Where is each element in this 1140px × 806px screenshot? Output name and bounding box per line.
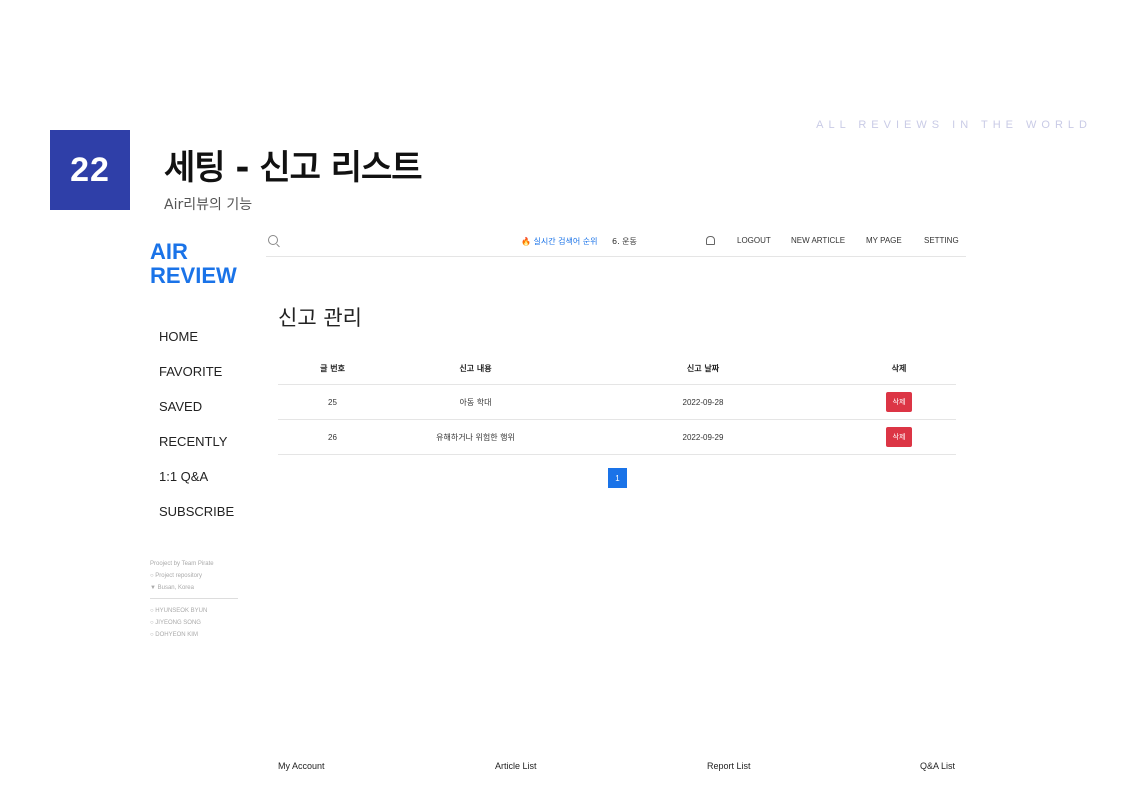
page-title: 신고 관리: [278, 306, 362, 330]
table-row: 25 아동 학대 2022-09-28 삭제: [278, 384, 956, 420]
column-header: 신고 날짜: [564, 352, 842, 385]
member-link[interactable]: ○ HYUNSEOK BYUN: [150, 605, 238, 617]
pagination-page-button[interactable]: 1: [608, 468, 627, 488]
footer-link-my-account[interactable]: My Account: [278, 761, 325, 771]
location-icon: ▼: [150, 585, 158, 591]
slide-number: 22: [50, 130, 130, 210]
logout-link[interactable]: LOGOUT: [737, 236, 771, 245]
report-content[interactable]: 유해하거나 위험한 행위: [387, 419, 564, 455]
member-name: DOHYEON KIM: [155, 632, 198, 638]
footer-link-report-list[interactable]: Report List: [707, 761, 751, 771]
member-link[interactable]: ○ JIYEONG SONG: [150, 617, 238, 629]
report-id: 25: [278, 384, 387, 420]
slide-subtitle: Air리뷰의 기능: [164, 197, 253, 213]
footer-divider: [150, 598, 238, 599]
setting-link[interactable]: SETTING: [924, 236, 959, 245]
delete-button[interactable]: 삭제: [885, 392, 913, 412]
sidebar-item-home[interactable]: HOME: [159, 327, 234, 362]
member-name: JIYEONG SONG: [155, 620, 201, 626]
fire-icon: 🔥: [521, 237, 531, 246]
logo-line-1: AIR: [150, 239, 188, 264]
new-article-link[interactable]: NEW ARTICLE: [791, 236, 845, 245]
sidebar-item-qna[interactable]: 1:1 Q&A: [159, 467, 234, 502]
delete-button[interactable]: 삭제: [885, 427, 913, 447]
report-table: 글 번호 신고 내용 신고 날짜 삭제 25 아동 학대 2022-09-28 …: [278, 352, 956, 455]
footer-link-article-list[interactable]: Article List: [495, 761, 537, 771]
report-date: 2022-09-28: [564, 384, 842, 420]
location-label: Busan, Korea: [157, 585, 194, 591]
column-header: 글 번호: [278, 352, 387, 385]
table-header-row: 글 번호 신고 내용 신고 날짜 삭제: [278, 352, 956, 385]
slide-title: 세팅 - 신고 리스트: [164, 148, 423, 188]
table-row: 26 유해하거나 위험한 행위 2022-09-29 삭제: [278, 419, 956, 455]
sidebar-item-saved[interactable]: SAVED: [159, 397, 234, 432]
trending-item[interactable]: 6. 운동: [612, 236, 637, 247]
bell-icon[interactable]: [706, 236, 715, 245]
report-date: 2022-09-29: [564, 419, 842, 455]
member-name: HYUNSEOK BYUN: [155, 608, 208, 614]
sidebar-nav: HOME FAVORITE SAVED RECENTLY 1:1 Q&A SUB…: [159, 327, 234, 537]
top-bar: 🔥 실시간 검색어 순위 6. 운동 LOGOUT NEW ARTICLE MY…: [266, 232, 966, 257]
report-id: 26: [278, 419, 387, 455]
sidebar-item-subscribe[interactable]: SUBSCRIBE: [159, 502, 234, 537]
my-page-link[interactable]: MY PAGE: [866, 236, 902, 245]
sidebar-item-recently[interactable]: RECENTLY: [159, 432, 234, 467]
sidebar-footer: Prooject by Team Pirate ○ Project reposi…: [150, 558, 238, 641]
trending-title: 실시간 검색어 순위: [533, 237, 598, 246]
logo-line-2: REVIEW: [150, 263, 237, 288]
app-logo[interactable]: AIR REVIEW: [150, 240, 237, 288]
sidebar-item-favorite[interactable]: FAVORITE: [159, 362, 234, 397]
project-credit: Prooject by Team Pirate: [150, 561, 214, 567]
action-cell: 삭제: [842, 419, 956, 455]
column-header: 신고 내용: [387, 352, 564, 385]
search-icon[interactable]: [268, 235, 278, 245]
location: ▼ Busan, Korea: [150, 582, 238, 594]
repo-link-label: Project repository: [155, 573, 202, 579]
footer-link-qna-list[interactable]: Q&A List: [920, 761, 955, 771]
trending-label: 🔥 실시간 검색어 순위: [521, 236, 597, 247]
slide-tagline: ALL REVIEWS IN THE WORLD: [816, 119, 1092, 131]
report-content[interactable]: 아동 학대: [387, 384, 564, 420]
repo-link[interactable]: ○ Project repository: [150, 570, 238, 582]
action-cell: 삭제: [842, 384, 956, 420]
member-link[interactable]: ○ DOHYEON KIM: [150, 629, 238, 641]
column-header: 삭제: [842, 352, 956, 385]
